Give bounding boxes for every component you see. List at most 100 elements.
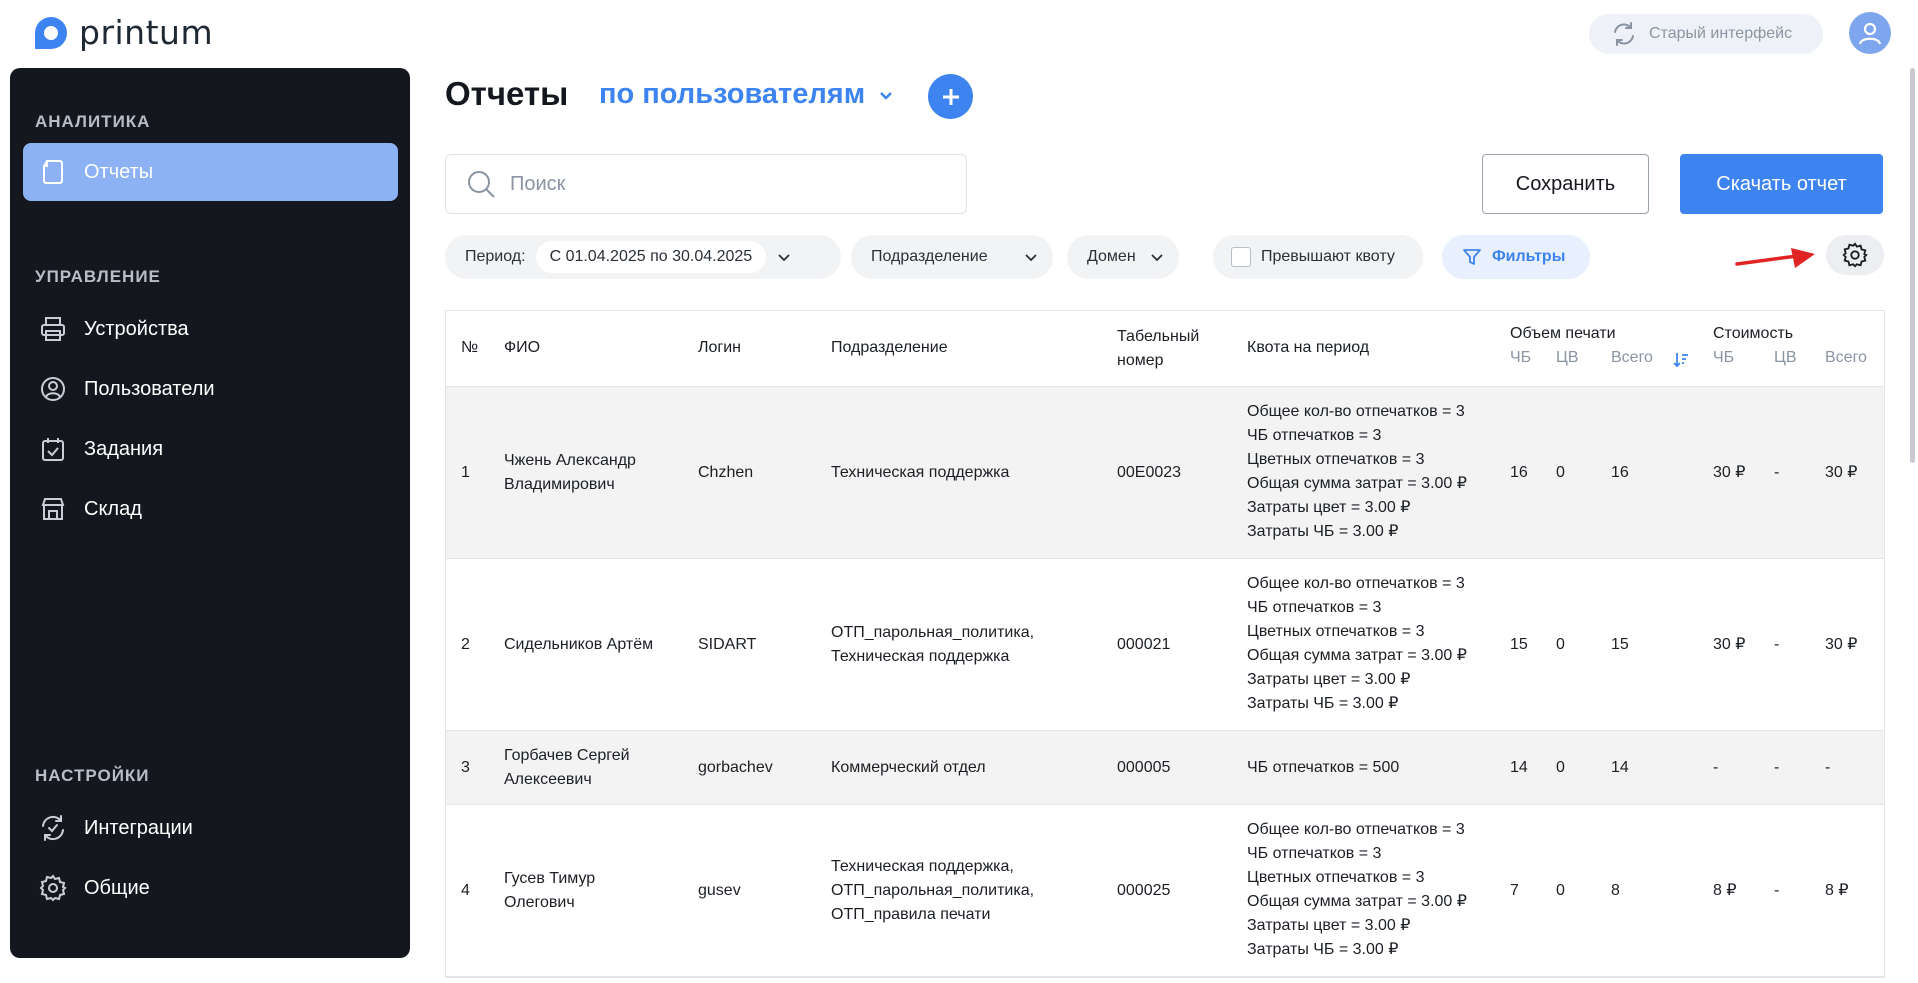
report-type-label: по пользователям [599, 78, 866, 110]
cell-department-line: ОТП_парольная_политика, [831, 624, 1035, 641]
cell-quota-line: Цветных отпечатков = 3 [1247, 869, 1425, 886]
cell-cost-bw: 30 ₽ [1713, 464, 1746, 481]
sort-descending-icon[interactable] [1672, 351, 1690, 369]
user-icon [41, 377, 65, 401]
col-header-fio[interactable]: ФИО [504, 339, 540, 357]
sidebar-item-users[interactable]: Пользователи [23, 360, 398, 418]
search-input[interactable] [510, 172, 930, 196]
add-report-button[interactable] [928, 74, 973, 119]
period-filter[interactable]: Период: С 01.04.2025 по 30.04.2025 [445, 235, 841, 279]
cell-quota: Общее кол-во отпечатков = 3 ЧБ отпечатко… [1247, 818, 1467, 962]
col-header-login[interactable]: Логин [698, 339, 741, 357]
table-row[interactable]: 4 Гусев Тимур Олегович gusev Техническая… [446, 805, 1884, 977]
period-label: Период: [465, 248, 526, 265]
chevron-down-icon [880, 91, 893, 100]
cell-quota-line: ЧБ отпечатков = 3 [1247, 599, 1382, 616]
cell-volume-color: 0 [1556, 882, 1565, 899]
cell-department-line: Техническая поддержка [831, 648, 1010, 665]
col-header-volume-bw[interactable]: ЧБ [1510, 349, 1531, 367]
sidebar-item-reports[interactable]: Отчеты [23, 143, 398, 201]
col-header-volume-total[interactable]: Всего [1611, 349, 1653, 367]
report-type-dropdown[interactable]: по пользователям [599, 78, 895, 111]
cell-fio: Гусев Тимур Олегович [504, 867, 595, 915]
save-button[interactable]: Сохранить [1482, 154, 1649, 214]
cell-quota-line: Общая сумма затрат = 3.00 ₽ [1247, 475, 1467, 492]
main-content: Отчеты по пользователям Сохранить Скачат… [445, 0, 1885, 983]
logo[interactable]: printum [33, 13, 213, 52]
cell-quota-line: Цветных отпечатков = 3 [1247, 623, 1425, 640]
table-row[interactable]: 3 Горбачев Сергей Алексеевич gorbachev К… [446, 731, 1884, 805]
sidebar-item-label: Склад [84, 497, 142, 520]
cell-cost-total: 8 ₽ [1825, 882, 1849, 899]
sidebar-item-integrations[interactable]: Интеграции [23, 799, 398, 857]
cell-cost-total: 30 ₽ [1825, 464, 1858, 481]
chevron-down-icon [778, 254, 790, 262]
chevron-down-icon [1025, 254, 1037, 262]
chevron-down-icon [1151, 254, 1163, 262]
col-header-quota[interactable]: Квота на период [1247, 339, 1369, 357]
sync-icon [42, 815, 64, 841]
cell-quota-line: Затраты цвет = 3.00 ₽ [1247, 917, 1411, 934]
sidebar-item-warehouse[interactable]: Склад [23, 480, 398, 538]
sidebar-item-tasks[interactable]: Задания [23, 420, 398, 478]
table-row[interactable]: 1 Чжень Александр Владимирович Chzhen Те… [446, 387, 1884, 559]
cell-volume-total: 14 [1611, 759, 1629, 776]
table-settings-button[interactable] [1826, 235, 1884, 275]
col-header-cost-color[interactable]: ЦВ [1774, 349, 1797, 367]
col-header-cost-total[interactable]: Всего [1825, 349, 1867, 367]
cell-volume-total: 15 [1611, 636, 1629, 653]
filters-button[interactable]: Фильтры [1442, 235, 1590, 279]
cell-volume-total: 8 [1611, 882, 1620, 899]
cell-quota-line: Цветных отпечатков = 3 [1247, 451, 1425, 468]
sidebar-item-label: Отчеты [84, 160, 154, 183]
exceed-quota-label: Превышают квоту [1261, 248, 1395, 265]
domain-filter-label: Домен [1087, 248, 1136, 265]
cell-fio-line: Олегович [504, 894, 575, 911]
col-header-cost-bw[interactable]: ЧБ [1713, 349, 1734, 367]
cell-volume-total: 16 [1611, 464, 1629, 481]
sidebar-item-general[interactable]: Общие [23, 859, 398, 917]
cell-fio-line: Гусев Тимур [504, 870, 596, 887]
download-report-button[interactable]: Скачать отчет [1680, 154, 1883, 214]
exceed-quota-filter[interactable]: Превышают квоту [1213, 235, 1423, 279]
cell-department-line: ОТП_правила печати [831, 906, 991, 923]
col-header-tab-number-line1: Табельный [1117, 328, 1200, 345]
cell-quota-line: ЧБ отпечатков = 3 [1247, 427, 1382, 444]
cell-quota: ЧБ отпечатков = 500 [1247, 756, 1399, 780]
annotation-arrow-icon [1735, 248, 1815, 268]
cell-quota-line: Общая сумма затрат = 3.00 ₽ [1247, 647, 1467, 664]
cell-quota-line: Общее кол-во отпечатков = 3 [1247, 575, 1465, 592]
domain-filter[interactable]: Домен [1067, 235, 1179, 279]
table-header: № ФИО Логин Подразделение Табельный номе… [446, 311, 1884, 387]
exceed-quota-checkbox[interactable] [1231, 247, 1251, 267]
col-header-tab-number-line2: номер [1117, 352, 1164, 369]
cell-department-line: Коммерческий отдел [831, 759, 986, 776]
cell-tab-number: 000005 [1117, 759, 1171, 776]
cell-volume-bw: 15 [1510, 636, 1528, 653]
section-title-analytics: АНАЛИТИКА [35, 112, 151, 131]
page-scrollbar[interactable] [1910, 68, 1915, 463]
cell-quota-line: ЧБ отпечатков = 500 [1247, 759, 1400, 776]
col-header-volume-color[interactable]: ЦВ [1556, 349, 1579, 367]
cell-quota: Общее кол-во отпечатков = 3 ЧБ отпечатко… [1247, 572, 1467, 716]
department-filter[interactable]: Подразделение [851, 235, 1053, 279]
sidebar-item-devices[interactable]: Устройства [23, 300, 398, 358]
search-field[interactable] [445, 154, 967, 214]
cell-fio-line: Владимирович [504, 476, 615, 493]
cell-tab-number: 00E0023 [1117, 464, 1182, 481]
filter-icon [1463, 249, 1481, 265]
cell-cost-total: - [1825, 759, 1831, 776]
cell-num: 2 [461, 636, 470, 653]
cell-fio: Сидельников Артём [504, 633, 653, 657]
calendar-check-icon [42, 438, 64, 461]
cell-fio-line: Сидельников Артём [504, 636, 654, 653]
cell-volume-bw: 16 [1510, 464, 1528, 481]
col-header-department[interactable]: Подразделение [831, 339, 948, 357]
col-header-num: № [461, 339, 479, 356]
report-table: № ФИО Логин Подразделение Табельный номе… [445, 310, 1885, 978]
sidebar-item-label: Общие [84, 876, 150, 899]
col-header-tab-number[interactable]: Табельный номер [1117, 325, 1199, 373]
cell-department: Коммерческий отдел [831, 756, 986, 780]
table-row[interactable]: 2 Сидельников Артём SIDART ОТП_парольная… [446, 559, 1884, 731]
col-header-cost: Стоимость [1713, 325, 1794, 342]
